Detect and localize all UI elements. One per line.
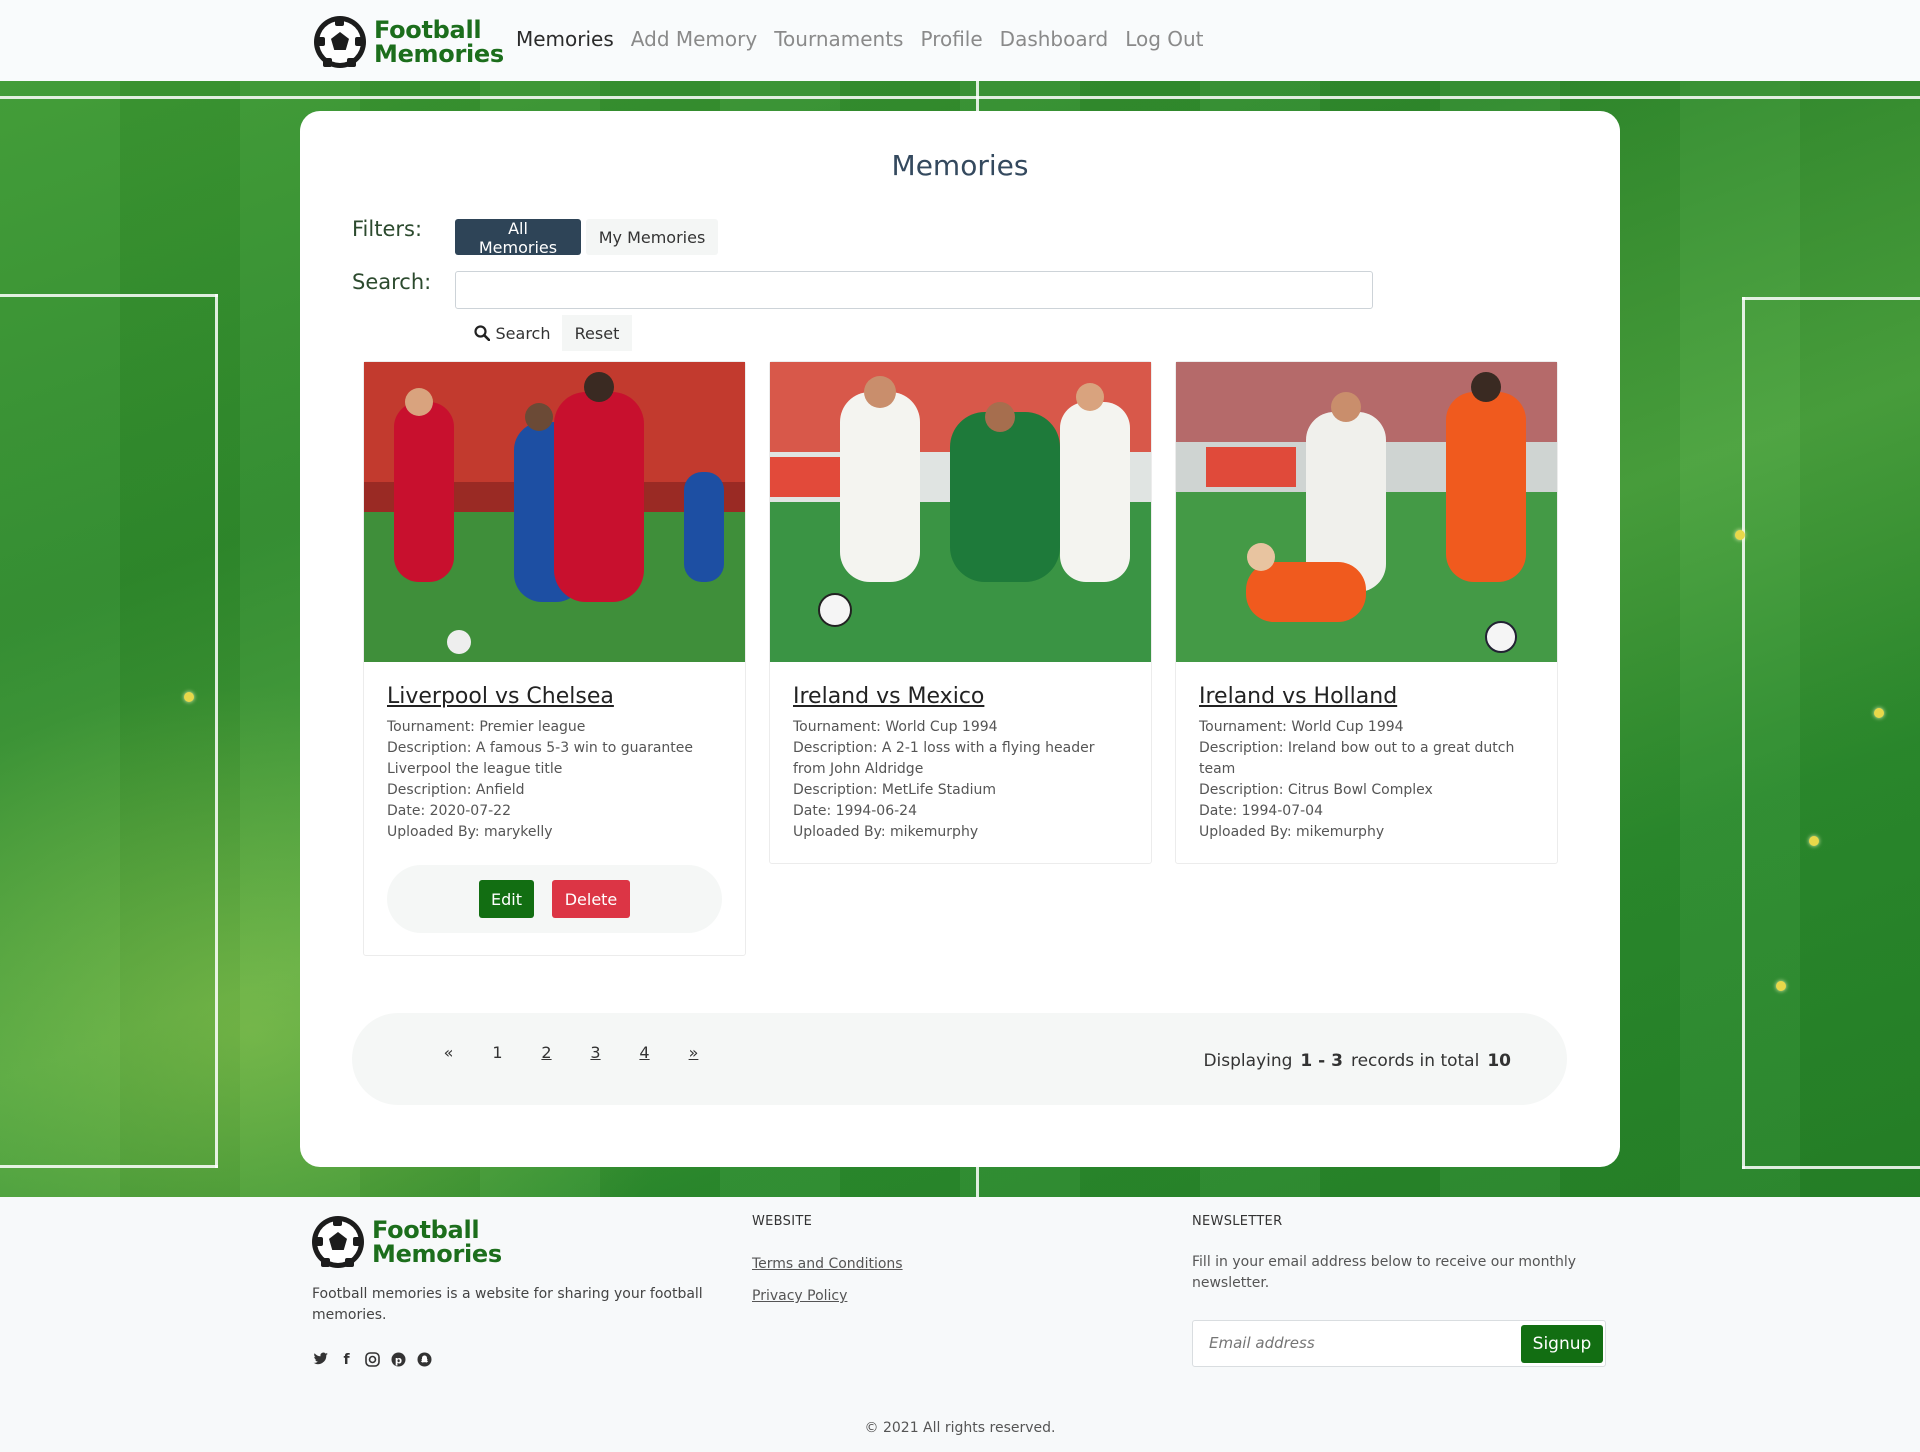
svg-text:p: p bbox=[395, 1356, 402, 1367]
footer-brand-logo[interactable]: Football Memories bbox=[312, 1216, 502, 1268]
copyright: © 2021 All rights reserved. bbox=[864, 1420, 1056, 1436]
search-button[interactable]: Search bbox=[455, 315, 569, 351]
memory-title-link[interactable]: Ireland vs Mexico bbox=[793, 684, 1128, 709]
signup-button[interactable]: Signup bbox=[1521, 1325, 1603, 1363]
pagination-page-2[interactable]: 2 bbox=[522, 1043, 571, 1062]
pagination-page-4[interactable]: 4 bbox=[620, 1043, 669, 1062]
memories-panel: Memories Filters: All Memories My Memori… bbox=[300, 111, 1620, 1167]
memory-card-list: Liverpool vs Chelsea Tournament: Premier… bbox=[363, 361, 1558, 966]
memory-photo[interactable] bbox=[1176, 362, 1557, 662]
pagination-prev[interactable]: « bbox=[424, 1043, 473, 1062]
memory-title-link[interactable]: Ireland vs Holland bbox=[1199, 684, 1534, 709]
memory-photo[interactable] bbox=[364, 362, 745, 662]
footer-description: Football memories is a website for shari… bbox=[312, 1286, 703, 1323]
filters-label: Filters: bbox=[352, 217, 423, 241]
memory-details: Tournament: World Cup 1994 Description: … bbox=[1199, 719, 1515, 840]
memory-title-link[interactable]: Liverpool vs Chelsea bbox=[387, 684, 722, 709]
nav-tournaments[interactable]: Tournaments bbox=[774, 27, 903, 51]
top-navbar: Football Memories Memories Add Memory To… bbox=[0, 0, 1920, 81]
footer-brand-name: Football Memories bbox=[372, 1216, 502, 1268]
memory-card: Ireland vs Mexico Tournament: World Cup … bbox=[769, 361, 1152, 864]
memory-actions: Edit Delete bbox=[387, 865, 722, 933]
football-icon bbox=[312, 1216, 364, 1268]
website-heading: WEBSITE bbox=[752, 1214, 813, 1229]
search-label: Search: bbox=[352, 270, 432, 294]
footer: Football Memories Football memories is a… bbox=[0, 1197, 1920, 1452]
newsletter-form: Signup bbox=[1192, 1320, 1606, 1367]
search-icon bbox=[473, 325, 490, 341]
pagination: « 1 2 3 4 » bbox=[424, 1043, 718, 1062]
page-title: Memories bbox=[891, 149, 1029, 182]
pinterest-icon[interactable]: p bbox=[390, 1352, 407, 1369]
football-icon bbox=[314, 16, 366, 68]
pagination-page-3[interactable]: 3 bbox=[571, 1043, 620, 1062]
facebook-icon[interactable]: f bbox=[338, 1352, 355, 1369]
memory-details: Tournament: Premier league Description: … bbox=[387, 719, 694, 840]
newsletter-heading: NEWSLETTER bbox=[1192, 1214, 1283, 1229]
nav-profile[interactable]: Profile bbox=[920, 27, 982, 51]
filter-my-memories-button[interactable]: My Memories bbox=[586, 219, 718, 255]
social-links: f p bbox=[312, 1352, 433, 1369]
privacy-link[interactable]: Privacy Policy bbox=[752, 1288, 847, 1304]
filter-all-memories-button[interactable]: All Memories bbox=[455, 219, 581, 257]
pagination-page-1[interactable]: 1 bbox=[473, 1043, 522, 1062]
twitter-icon[interactable] bbox=[312, 1352, 329, 1369]
nav-add-memory[interactable]: Add Memory bbox=[631, 27, 757, 51]
search-input[interactable] bbox=[455, 271, 1373, 309]
records-summary: Displaying 1 - 3 records in total 10 bbox=[1203, 1051, 1511, 1071]
brand-name: Football Memories bbox=[374, 16, 504, 68]
nav-log-out[interactable]: Log Out bbox=[1125, 27, 1203, 51]
nav-dashboard[interactable]: Dashboard bbox=[1000, 27, 1109, 51]
main-nav: Memories Add Memory Tournaments Profile … bbox=[516, 27, 1204, 51]
search-button-label: Search bbox=[495, 323, 551, 343]
terms-link[interactable]: Terms and Conditions bbox=[752, 1256, 903, 1272]
pagination-next[interactable]: » bbox=[669, 1043, 718, 1062]
newsletter-text: Fill in your email address below to rece… bbox=[1192, 1254, 1577, 1291]
memory-card: Ireland vs Holland Tournament: World Cup… bbox=[1175, 361, 1558, 864]
memory-photo[interactable] bbox=[770, 362, 1151, 662]
delete-button[interactable]: Delete bbox=[552, 880, 630, 918]
pagination-bar: « 1 2 3 4 » Displaying 1 - 3 records in to… bbox=[352, 1013, 1567, 1105]
memory-card: Liverpool vs Chelsea Tournament: Premier… bbox=[363, 361, 746, 956]
email-field[interactable] bbox=[1209, 1334, 1509, 1352]
instagram-icon[interactable] bbox=[364, 1352, 381, 1369]
nav-memories[interactable]: Memories bbox=[516, 27, 614, 51]
reset-button[interactable]: Reset bbox=[562, 315, 632, 351]
snapchat-icon[interactable] bbox=[416, 1352, 433, 1369]
memory-details: Tournament: World Cup 1994 Description: … bbox=[793, 719, 1095, 840]
brand-logo[interactable]: Football Memories bbox=[314, 16, 504, 68]
edit-button[interactable]: Edit bbox=[479, 880, 534, 918]
